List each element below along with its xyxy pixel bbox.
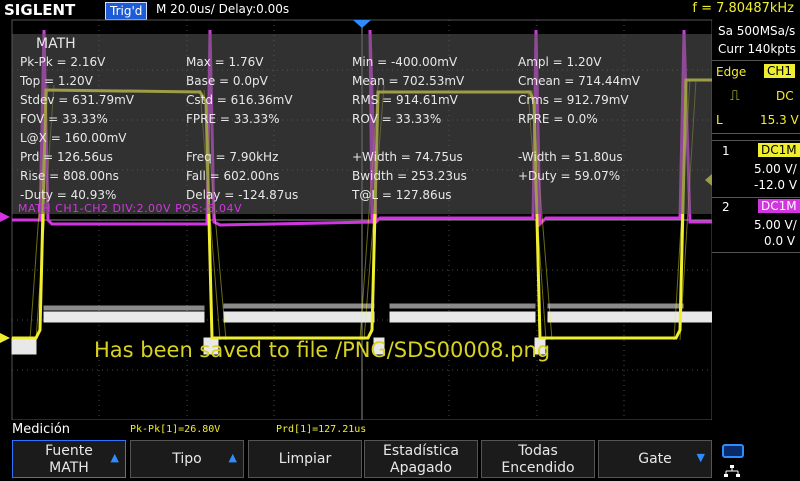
softkey-6[interactable]: Gate ▼ <box>598 440 712 478</box>
measurement-value: Cstd = 616.36mV <box>186 93 293 107</box>
trigger-type: Edge <box>716 65 747 79</box>
ch2-ground-marker <box>0 212 10 222</box>
softkey-2[interactable]: Tipo ▲ <box>130 440 244 478</box>
usb-icon <box>722 444 744 458</box>
status-row <box>0 420 800 438</box>
softkey-line1: Estadística <box>383 443 459 459</box>
rising-edge-icon: ⎍ <box>730 88 740 104</box>
stat-period: Prd[1]=127.21us <box>276 424 367 435</box>
softkey-1[interactable]: Fuente MATH ▲ <box>12 440 126 478</box>
measurement-value: Min = -400.00mV <box>352 55 458 69</box>
measurement-value: Crms = 912.79mV <box>518 93 629 107</box>
softkey-arrow-icon: ▲ <box>110 451 119 464</box>
measurement-value: FPRE = 33.33% <box>186 112 280 126</box>
softkey-line1: Gate <box>638 451 672 467</box>
measurement-value: Freq = 7.90kHz <box>186 150 279 164</box>
measurement-value: Prd = 126.56us <box>20 150 113 164</box>
measurement-value: L@X = 160.00mV <box>20 131 127 145</box>
measurement-value: ROV = 33.33% <box>352 112 442 126</box>
softkey-5[interactable]: Todas Encendido <box>481 440 595 478</box>
measurement-value: Delay = -124.87us <box>186 188 299 202</box>
softkey-arrow-icon: ▲ <box>228 451 237 464</box>
softkey-line2: MATH <box>49 460 89 476</box>
ch2-number: 2 <box>722 200 730 214</box>
ch2-scale: 5.00 V/ <box>754 218 797 232</box>
measurement-value: Max = 1.76V <box>186 55 264 69</box>
softkey-3[interactable]: Limpiar <box>248 440 362 478</box>
measurement-value: Rise = 808.00ns <box>20 169 119 183</box>
measurement-value: RMS = 914.61mV <box>352 93 458 107</box>
memory-depth: Curr 140kpts <box>718 42 796 56</box>
measurement-value: Ampl = 1.20V <box>518 55 602 69</box>
ch2-coupling-badge: DC1M <box>758 199 800 213</box>
trigger-level-label: L <box>716 113 723 127</box>
sample-rate: Sa 500MSa/s <box>718 24 796 38</box>
measurement-value: -Duty = 40.93% <box>20 188 117 202</box>
save-notification: Has been saved to file /PNG/SDS00008.png <box>94 338 551 362</box>
ch1-ground-marker <box>0 333 10 343</box>
measurement-value: Base = 0.0pV <box>186 74 268 88</box>
measurement-value: Stdev = 631.79mV <box>20 93 134 107</box>
measurement-value: Pk-Pk = 2.16V <box>20 55 106 69</box>
ch1-offset: -12.0 V <box>754 178 798 192</box>
measurement-value: FOV = 33.33% <box>20 112 108 126</box>
measurement-value: +Width = 74.75us <box>352 150 463 164</box>
measurement-value: Top = 1.20V <box>20 74 93 88</box>
measurement-value: Cmean = 714.44mV <box>518 74 640 88</box>
softkey-line1: Limpiar <box>278 451 332 467</box>
math-channel-label: MATH CH1-CH2 DIV:2.00V POS:-5.04V <box>18 202 243 215</box>
trigger-coupling: DC <box>776 89 794 103</box>
menu-title: Medición <box>12 422 71 437</box>
measurement-value: T@L = 127.86us <box>352 188 452 202</box>
stat-pkpk: Pk-Pk[1]=26.80V <box>130 424 221 435</box>
softkey-line2: Apagado <box>390 460 452 476</box>
measurement-value: Mean = 702.53mV <box>352 74 465 88</box>
ch1-coupling-badge: DC1M <box>758 143 800 157</box>
softkey-line2: Encendido <box>501 460 575 476</box>
ch1-number: 1 <box>722 144 730 158</box>
softkey-arrow-icon: ▼ <box>696 451 705 464</box>
network-icon <box>724 462 740 477</box>
softkey-4[interactable]: Estadística Apagado <box>364 440 478 478</box>
measurement-source-title: MATH <box>36 36 76 52</box>
trigger-position-marker <box>353 20 371 28</box>
softkey-line1: Todas <box>518 443 558 459</box>
measurement-value: RPRE = 0.0% <box>518 112 598 126</box>
measurement-value: Bwidth = 253.23us <box>352 169 467 183</box>
ch2-offset: 0.0 V <box>764 234 796 248</box>
softkey-line1: Fuente <box>45 443 93 459</box>
measurement-value: +Duty = 59.07% <box>518 169 621 183</box>
measurement-value: Fall = 602.00ns <box>186 169 280 183</box>
trigger-level: 15.3 V <box>760 113 799 127</box>
ch1-scale: 5.00 V/ <box>754 162 797 176</box>
measurement-value: -Width = 51.80us <box>518 150 623 164</box>
softkey-line1: Tipo <box>172 451 202 467</box>
trigger-source-badge: CH1 <box>764 64 796 78</box>
